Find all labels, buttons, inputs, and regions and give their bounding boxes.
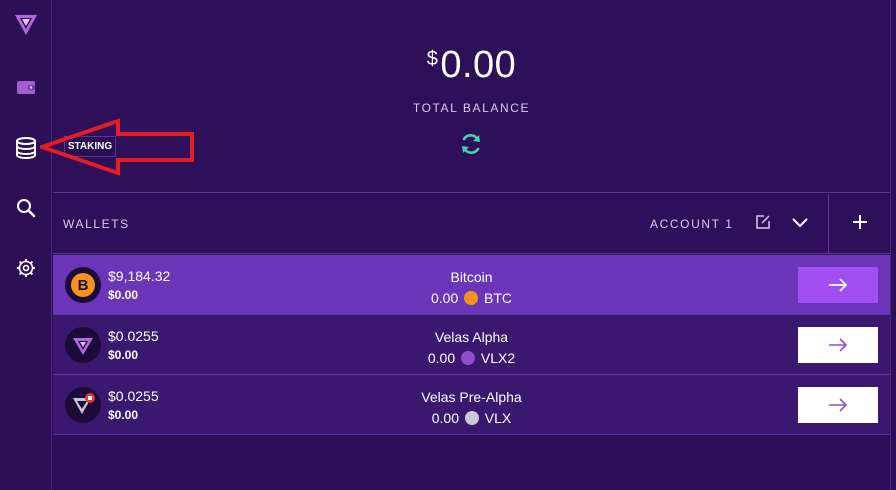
wallet-ticker: VLX2 bbox=[480, 350, 516, 366]
sidebar bbox=[0, 0, 52, 490]
wallet-name: Velas Pre-Alpha bbox=[421, 389, 522, 405]
wallet-name: Bitcoin bbox=[450, 269, 493, 285]
wallet-balance-value: 0.00 bbox=[431, 410, 459, 426]
wallet-balance: 0.00 VLX bbox=[53, 410, 890, 426]
velas-logo-icon[interactable] bbox=[0, 4, 52, 44]
open-wallet-button[interactable] bbox=[798, 327, 878, 363]
velas-mini-icon bbox=[461, 351, 475, 365]
wallets-header: WALLETS ACCOUNT 1 bbox=[53, 194, 890, 254]
wallet-ticker: VLX bbox=[484, 410, 512, 426]
bitcoin-mini-icon bbox=[464, 291, 479, 305]
total-balance-label: TOTAL BALANCE bbox=[412, 101, 531, 115]
arrow-right-icon bbox=[829, 338, 848, 352]
wallet-balance: 0.00 VLX2 bbox=[53, 350, 890, 366]
wallet-row-velas-alpha[interactable]: $0.0255 $0.00 Velas Alpha 0.00 VLX2 bbox=[53, 315, 890, 375]
total-balance-amount: $0.00 bbox=[53, 44, 890, 87]
wallet-name: Velas Alpha bbox=[434, 329, 509, 345]
wallet-balance-value: 0.00 bbox=[430, 290, 459, 306]
arrow-right-icon bbox=[829, 278, 848, 292]
currency-symbol: $ bbox=[426, 48, 439, 70]
open-wallet-button[interactable] bbox=[798, 387, 878, 423]
edit-icon[interactable] bbox=[755, 214, 771, 230]
gear-icon[interactable] bbox=[0, 248, 52, 288]
account-selector[interactable]: ACCOUNT 1 bbox=[650, 217, 734, 231]
open-wallet-button[interactable] bbox=[798, 267, 878, 303]
wallet-row-velas-pre-alpha[interactable]: $0.0255 $0.00 Velas Pre-Alpha 0.00 VLX bbox=[53, 375, 890, 435]
arrow-right-icon bbox=[829, 398, 848, 412]
velas-legacy-mini-icon bbox=[464, 411, 479, 425]
wallet-icon[interactable] bbox=[0, 67, 52, 107]
balance-value: 0.00 bbox=[440, 44, 517, 86]
right-divider bbox=[890, 0, 891, 490]
wallet-balance-value: 0.00 bbox=[427, 350, 456, 366]
header-divider bbox=[828, 194, 829, 254]
annotation-arrow-icon bbox=[40, 118, 194, 176]
wallets-title: WALLETS bbox=[63, 217, 130, 231]
refresh-icon[interactable] bbox=[459, 132, 483, 156]
add-wallet-plus-icon[interactable] bbox=[850, 212, 870, 232]
wallet-balance: 0.00 BTC bbox=[53, 290, 890, 306]
wallet-ticker: BTC bbox=[484, 290, 513, 306]
chevron-down-icon[interactable] bbox=[790, 214, 810, 230]
wallet-row-bitcoin[interactable]: B $9,184.32 $0.00 Bitcoin 0.00 BTC bbox=[53, 255, 890, 315]
search-icon[interactable] bbox=[0, 188, 52, 228]
